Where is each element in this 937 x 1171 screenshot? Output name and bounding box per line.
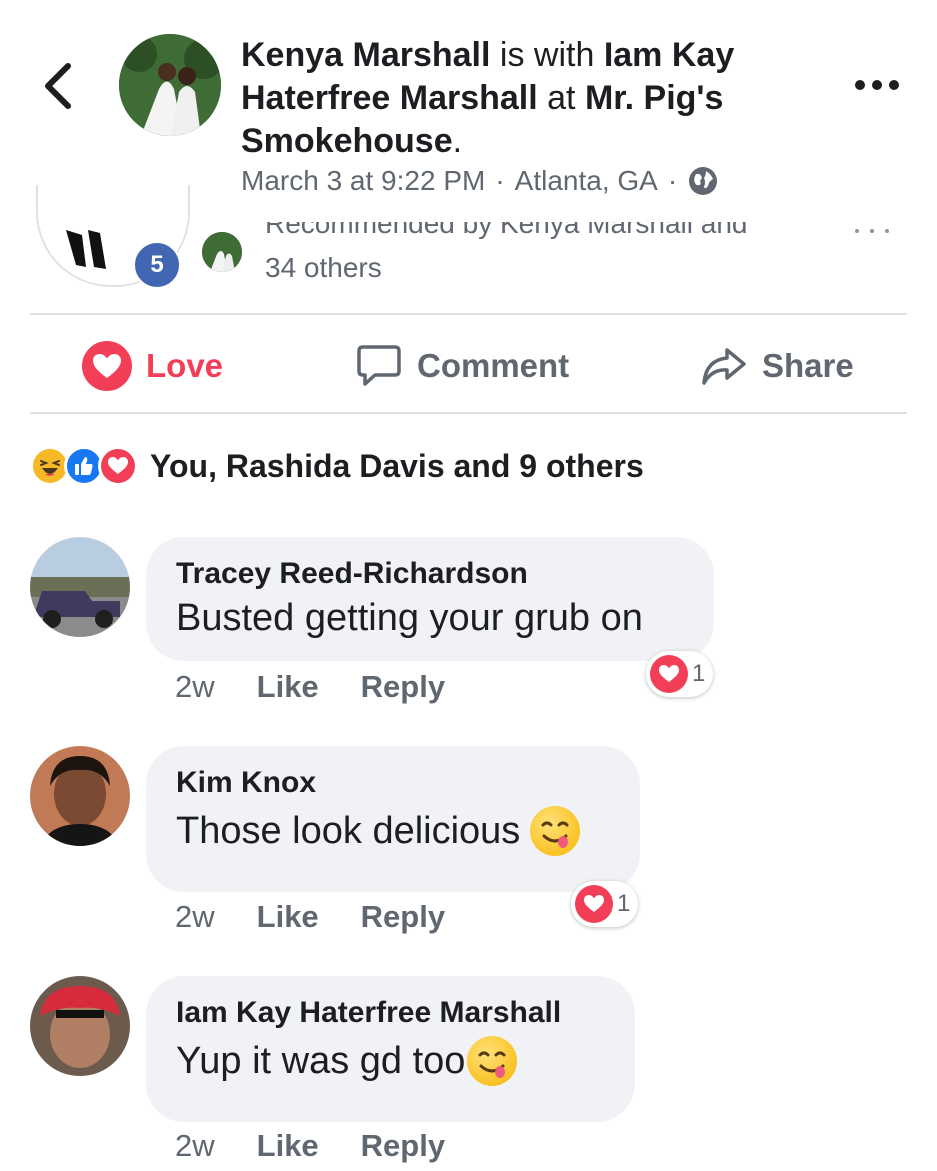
love-mini-icon xyxy=(575,885,613,923)
recommendation-more-icon[interactable] xyxy=(852,224,892,234)
comment-bubble-3[interactable]: Iam Kay Haterfree Marshall Yup it was gd… xyxy=(146,976,635,1122)
recommendation-count-badge: 5 xyxy=(133,241,181,289)
recommendation-others[interactable]: 34 others xyxy=(265,252,382,284)
small-dots-icon xyxy=(855,229,889,233)
comment-reply-button-2[interactable]: Reply xyxy=(361,899,445,935)
share-arrow-icon xyxy=(702,348,746,385)
comment-time-2: 2w xyxy=(175,899,215,934)
comment-meta-3: 2w Like Reply xyxy=(175,1128,445,1164)
recommendation-text-clip: Recommended by Kenya Marshall and xyxy=(265,222,825,246)
more-options-button[interactable] xyxy=(852,72,902,98)
comment-text-2: Those look delicious xyxy=(176,810,521,852)
post-timestamp[interactable]: March 3 at 9:22 PM xyxy=(241,165,485,197)
chevron-left-icon xyxy=(45,63,71,109)
comment-meta-1: 2w Like Reply xyxy=(175,669,445,705)
love-icon xyxy=(82,341,132,391)
car-photo xyxy=(30,537,130,637)
share-label: Share xyxy=(762,347,854,384)
comment-reaction-count-1: 1 xyxy=(692,660,706,687)
comment-text-3: Yup it was gd too xyxy=(176,1040,466,1082)
couple-photo xyxy=(119,34,221,136)
share-button[interactable]: Share xyxy=(700,338,854,394)
commenter-avatar-3[interactable] xyxy=(30,976,130,1076)
comment-like-button-3[interactable]: Like xyxy=(257,1128,319,1164)
post-header-text: Kenya Marshall is with Iam Kay Haterfree… xyxy=(241,34,801,163)
comment-button[interactable]: Comment xyxy=(355,338,569,394)
reactions-summary[interactable]: You, Rashida Davis and 9 others xyxy=(30,443,644,489)
globe-icon xyxy=(689,167,718,195)
post-meta: March 3 at 9:22 PM · Atlanta, GA · xyxy=(241,165,719,197)
couple-photo-small xyxy=(202,232,242,272)
man-portrait xyxy=(30,976,130,1076)
woman-portrait xyxy=(30,746,130,846)
post-location[interactable]: Atlanta, GA xyxy=(515,165,658,197)
comment-time-1: 2w xyxy=(175,669,215,704)
comment-label: Comment xyxy=(417,347,570,384)
comment-time-3: 2w xyxy=(175,1128,215,1163)
commenter-avatar-1[interactable] xyxy=(30,537,130,637)
commenter-name-3[interactable]: Iam Kay Haterfree Marshall xyxy=(176,994,603,1032)
comment-like-button-2[interactable]: Like xyxy=(257,899,319,935)
back-button[interactable] xyxy=(38,58,82,114)
commenter-name-1[interactable]: Tracey Reed-Richardson xyxy=(176,555,682,593)
commenter-avatar-2[interactable] xyxy=(30,746,130,846)
author-name-link[interactable]: Kenya Marshall xyxy=(241,36,490,74)
divider-top xyxy=(30,313,907,315)
recommender-small-avatar[interactable] xyxy=(202,232,242,272)
meta-separator-2: · xyxy=(667,165,678,196)
meta-separator: · xyxy=(495,165,505,196)
comment-meta-2: 2w Like Reply xyxy=(175,899,445,935)
at-text: at xyxy=(547,79,576,117)
comment-reply-button-3[interactable]: Reply xyxy=(361,1128,445,1164)
comment-bubble-2[interactable]: Kim Knox Those look delicious xyxy=(146,746,640,892)
love-mini-icon xyxy=(650,655,688,693)
period-text: . xyxy=(452,122,463,160)
love-reaction-icon xyxy=(98,446,138,486)
with-text: is with xyxy=(499,36,595,74)
love-label: Love xyxy=(146,347,224,384)
comment-reaction-1[interactable]: 1 xyxy=(646,651,714,697)
yum-emoji-icon xyxy=(530,806,581,856)
reactions-summary-text: You, Rashida Davis and 9 others xyxy=(150,447,644,484)
comment-text-1: Busted getting your grub on xyxy=(176,597,643,639)
comment-reaction-count-2: 1 xyxy=(617,890,631,917)
comment-bubble-icon xyxy=(357,345,401,386)
author-avatar[interactable] xyxy=(119,34,221,136)
divider-bottom xyxy=(30,412,907,414)
recommendation-text: Recommended by Kenya Marshall and xyxy=(265,222,748,239)
comment-like-button-1[interactable]: Like xyxy=(257,669,319,705)
yum-emoji-icon xyxy=(467,1036,518,1086)
commenter-name-2[interactable]: Kim Knox xyxy=(176,764,608,802)
comment-bubble-1[interactable]: Tracey Reed-Richardson Busted getting yo… xyxy=(146,537,714,661)
love-button[interactable]: Love xyxy=(82,338,223,394)
comment-reply-button-1[interactable]: Reply xyxy=(361,669,445,705)
more-dots-icon xyxy=(855,80,899,90)
comment-reaction-2[interactable]: 1 xyxy=(571,881,639,927)
